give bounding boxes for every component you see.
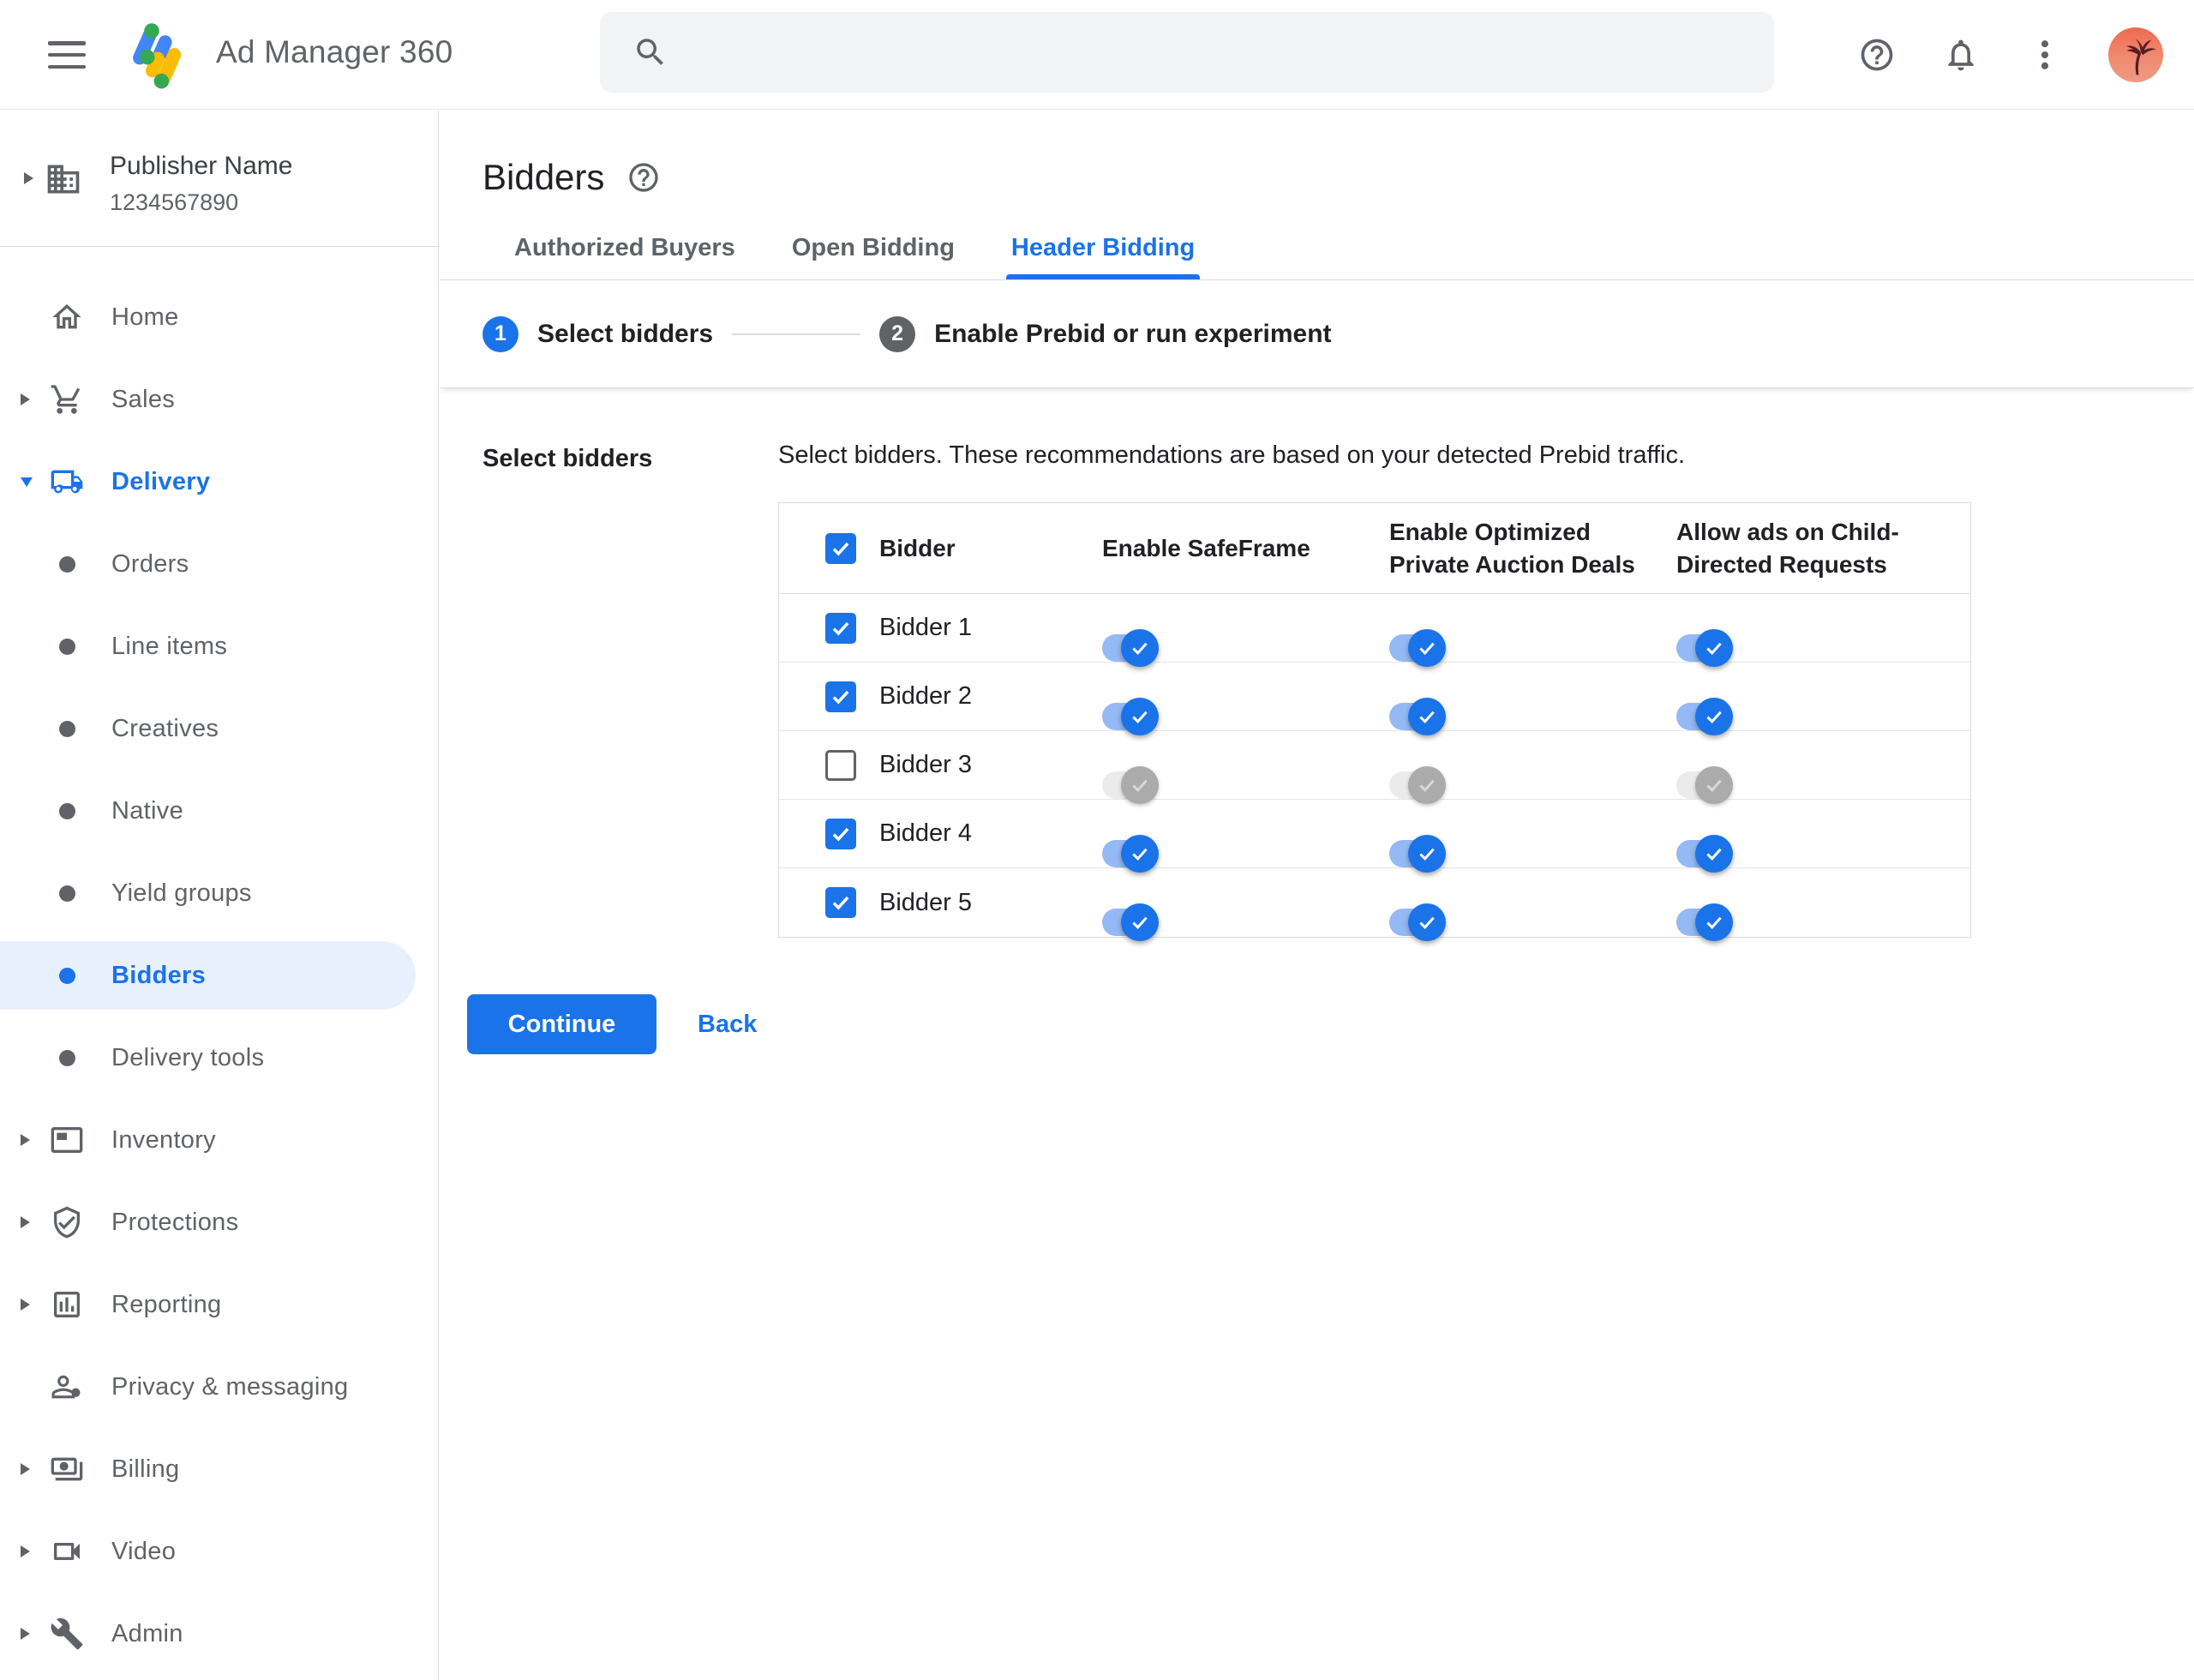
bullet-icon xyxy=(58,638,75,655)
search-icon xyxy=(637,39,663,65)
chevron-right-icon xyxy=(24,172,33,184)
app-title: Ad Manager 360 xyxy=(216,34,453,69)
table-row: Bidder 4 xyxy=(779,800,1970,873)
shield-check-icon xyxy=(48,1205,86,1239)
column-header: Allow ads on Child-Directed Requests xyxy=(1676,518,1899,578)
continue-button[interactable]: Continue xyxy=(467,994,656,1054)
publisher-switcher[interactable]: Publisher Name 1234567890 xyxy=(0,111,438,247)
chevron-down-icon xyxy=(21,477,33,487)
bullet-icon xyxy=(58,802,75,819)
table-row: Bidder 5 xyxy=(779,868,1970,941)
chevron-right-icon xyxy=(21,1299,30,1311)
chevron-right-icon xyxy=(21,1134,30,1146)
sidebar-item-inventory[interactable]: Inventory xyxy=(0,1099,438,1181)
table-header-row: Bidder Enable SafeFrame Enable Optimized… xyxy=(779,503,1970,594)
step-enable-prebid: 2 Enable Prebid or run experiment xyxy=(879,315,1332,352)
chevron-right-icon xyxy=(21,1216,30,1228)
main-content: Bidders Authorized Buyers Open Bidding H… xyxy=(440,111,2194,1680)
sidebar-item-creatives[interactable]: Creatives xyxy=(0,687,438,770)
payments-icon xyxy=(48,1452,86,1486)
cart-icon xyxy=(48,382,86,417)
bullet-icon xyxy=(58,720,75,737)
sidebar-item-sales[interactable]: Sales xyxy=(0,358,438,441)
video-camera-icon xyxy=(48,1534,86,1569)
ad-manager-logo-icon xyxy=(133,23,182,89)
chevron-right-icon xyxy=(21,1463,30,1475)
column-header: Enable SafeFrame xyxy=(1102,534,1310,561)
publisher-id: 1234567890 xyxy=(110,189,239,215)
chevron-right-icon xyxy=(21,393,30,405)
row-checkbox[interactable] xyxy=(825,612,856,644)
publisher-name: Publisher Name xyxy=(110,152,293,180)
person-privacy-icon xyxy=(48,1370,86,1404)
wizard-stepper: 1 Select bidders 2 Enable Prebid or run … xyxy=(440,280,2194,388)
bidder-name: Bidder 3 xyxy=(879,751,973,778)
section-description: Select bidders. These recommendations ar… xyxy=(778,441,1686,469)
tab-open-bidding[interactable]: Open Bidding xyxy=(792,234,955,279)
bidders-table: Bidder Enable SafeFrame Enable Optimized… xyxy=(778,502,1971,941)
sidebar: Publisher Name 1234567890 Home Sales Del… xyxy=(0,111,439,1680)
sidebar-item-line-items[interactable]: Line items xyxy=(0,605,438,687)
row-checkbox[interactable] xyxy=(825,887,856,918)
bullet-icon xyxy=(58,1049,75,1066)
sidebar-item-video[interactable]: Video xyxy=(0,1510,438,1593)
bidder-name: Bidder 2 xyxy=(879,682,973,710)
table-row: Bidder 2 xyxy=(779,663,1970,735)
home-icon xyxy=(48,300,86,334)
chevron-right-icon xyxy=(21,1545,30,1557)
bullet-icon xyxy=(58,967,75,984)
table-row: Bidder 3 xyxy=(779,731,1970,804)
step-connector xyxy=(732,333,861,335)
row-checkbox[interactable] xyxy=(825,681,856,712)
sidebar-item-billing[interactable]: Billing xyxy=(0,1428,438,1510)
menu-icon[interactable] xyxy=(46,38,87,72)
step-number-badge: 2 xyxy=(879,315,916,352)
search-input[interactable] xyxy=(600,12,1774,93)
more-vert-icon[interactable] xyxy=(2024,34,2065,75)
bar-chart-icon xyxy=(48,1287,86,1322)
bidder-name: Bidder 5 xyxy=(879,888,973,916)
table-row: Bidder 1 xyxy=(779,594,1970,667)
ad-unit-icon xyxy=(48,1123,86,1157)
back-button[interactable]: Back xyxy=(698,1011,757,1039)
help-icon[interactable] xyxy=(1856,34,1897,75)
sidebar-item-admin[interactable]: Admin xyxy=(0,1593,438,1675)
top-app-bar: Ad Manager 360 xyxy=(0,0,2194,110)
sidebar-item-orders[interactable]: Orders xyxy=(0,523,438,605)
sidebar-item-yield-groups[interactable]: Yield groups xyxy=(0,852,438,934)
wrench-icon xyxy=(48,1617,86,1651)
bullet-icon xyxy=(58,555,75,573)
building-icon xyxy=(45,160,82,198)
step-select-bidders: 1 Select bidders xyxy=(483,315,713,352)
bidder-name: Bidder 1 xyxy=(879,614,973,641)
tab-authorized-buyers[interactable]: Authorized Buyers xyxy=(514,234,735,279)
tab-header-bidding[interactable]: Header Bidding xyxy=(1005,234,1201,279)
sidebar-nav: Home Sales Delivery Orders Line items Cr… xyxy=(0,247,438,1675)
row-checkbox[interactable] xyxy=(825,749,856,781)
page-title: Bidders xyxy=(483,157,605,197)
row-checkbox[interactable] xyxy=(825,818,856,849)
sidebar-item-reporting[interactable]: Reporting xyxy=(0,1263,438,1346)
select-all-checkbox[interactable] xyxy=(825,532,856,564)
chevron-right-icon xyxy=(21,1628,30,1640)
sidebar-item-privacy-messaging[interactable]: Privacy & messaging xyxy=(0,1346,438,1428)
column-header: Bidder xyxy=(879,534,956,561)
tab-bar: Authorized Buyers Open Bidding Header Bi… xyxy=(440,234,2194,280)
truck-icon xyxy=(48,465,86,499)
sidebar-item-bidders[interactable]: Bidders xyxy=(0,934,438,1017)
bidder-name: Bidder 4 xyxy=(879,819,973,847)
avatar[interactable] xyxy=(2108,27,2163,82)
help-icon[interactable] xyxy=(626,160,661,195)
sidebar-item-delivery[interactable]: Delivery xyxy=(0,441,438,523)
column-header: Enable Optimized Private Auction Deals xyxy=(1389,518,1635,578)
sidebar-item-home[interactable]: Home xyxy=(0,276,438,358)
sidebar-item-protections[interactable]: Protections xyxy=(0,1181,438,1263)
notifications-icon[interactable] xyxy=(1940,34,1981,75)
sidebar-item-native[interactable]: Native xyxy=(0,770,438,852)
bullet-icon xyxy=(58,885,75,902)
section-label: Select bidders xyxy=(483,445,653,472)
sidebar-item-delivery-tools[interactable]: Delivery tools xyxy=(0,1017,438,1099)
step-number-badge: 1 xyxy=(483,315,519,352)
